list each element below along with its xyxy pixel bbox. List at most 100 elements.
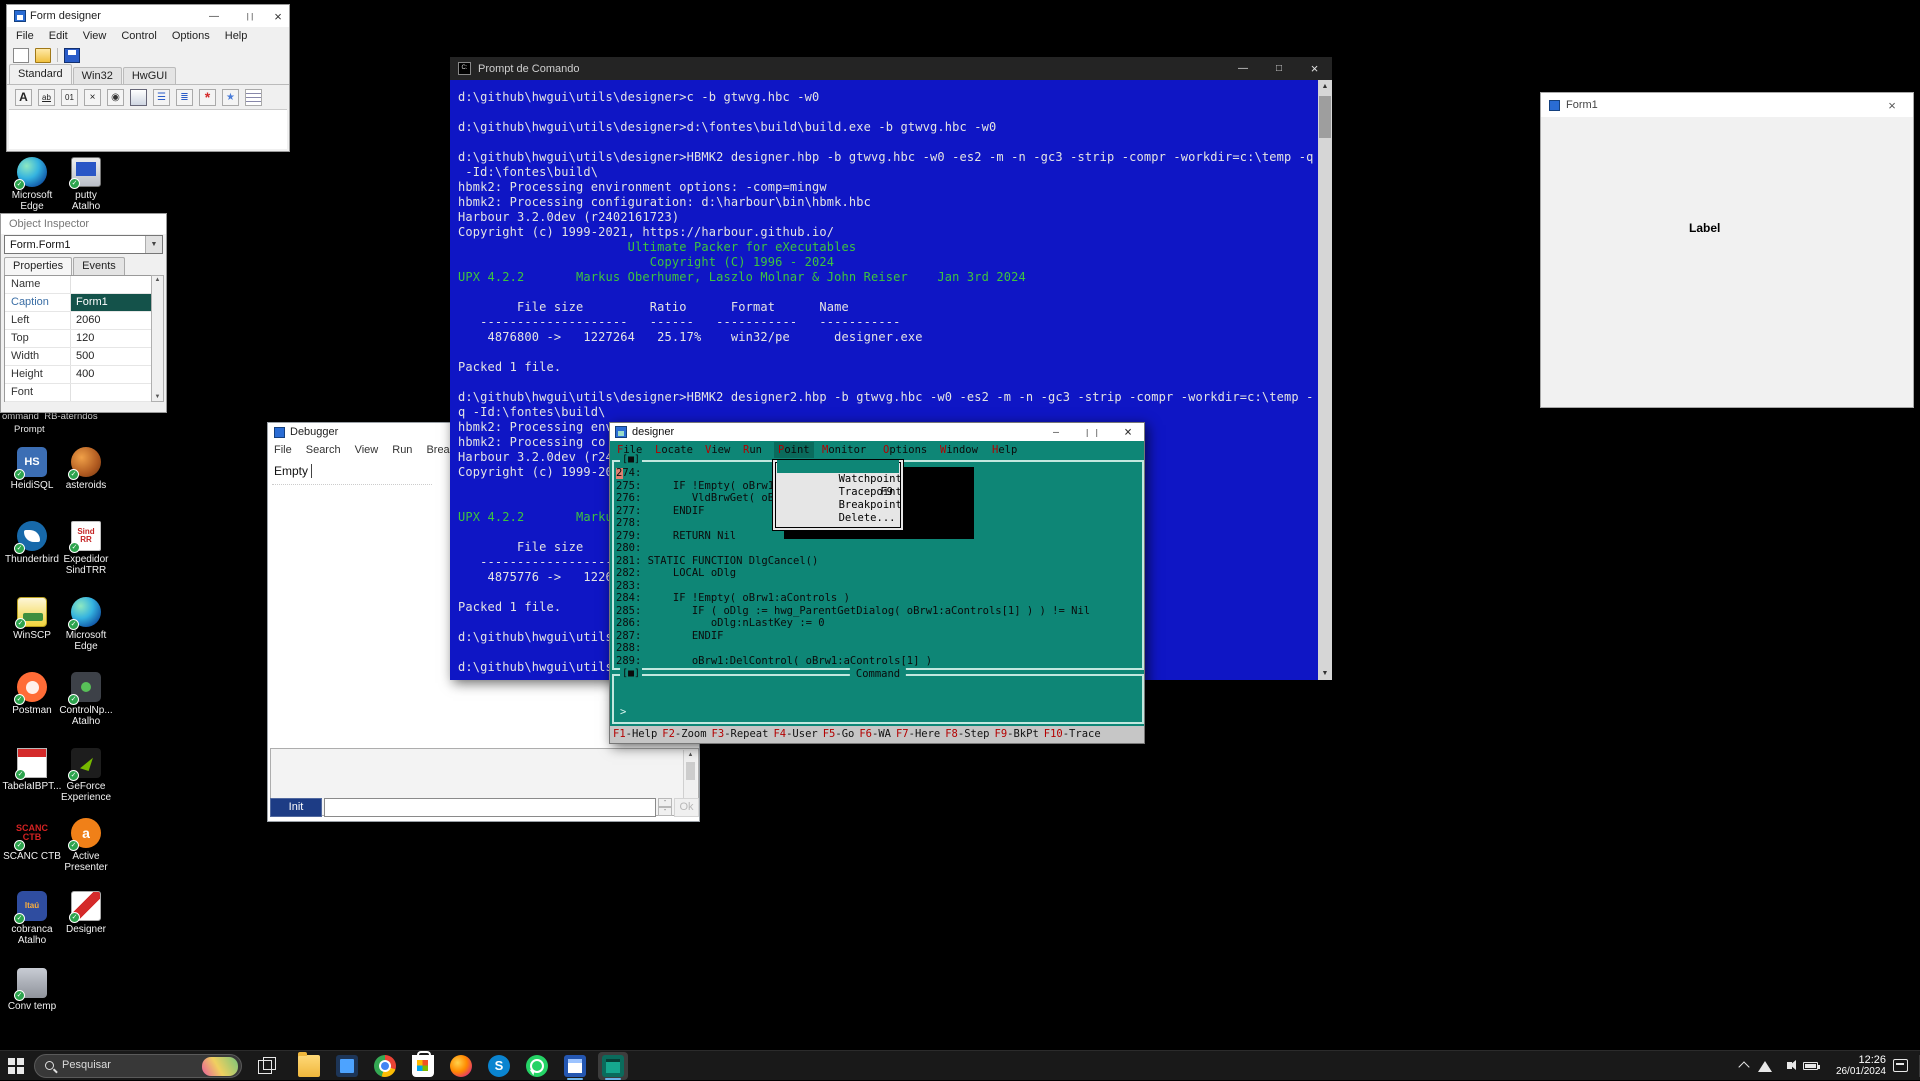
function-key[interactable]: F8-Step: [945, 728, 989, 740]
popup-menu-item[interactable]: BreakpointF9: [777, 486, 899, 499]
function-key[interactable]: F7-Here: [896, 728, 940, 740]
property-row[interactable]: Width 500: [5, 348, 151, 366]
menu-item[interactable]: Search: [306, 444, 341, 456]
skype-icon[interactable]: [484, 1052, 514, 1080]
menu-item[interactable]: File: [16, 30, 34, 42]
scroll-up-icon[interactable]: ▲: [1318, 83, 1332, 90]
function-key[interactable]: F3-Repeat: [712, 728, 769, 740]
function-key[interactable]: F1-Help: [613, 728, 657, 740]
tui-close-box-icon[interactable]: [■]: [620, 454, 642, 465]
function-key[interactable]: F10-Trace: [1044, 728, 1101, 740]
popup-menu-item[interactable]: Delete...: [777, 499, 899, 512]
popup-menu-item[interactable]: Tracepoint...: [777, 473, 899, 486]
minimize-button[interactable]: —: [201, 5, 227, 27]
menu-item[interactable]: Control: [121, 30, 156, 42]
tui-menu-item[interactable]: View: [701, 442, 734, 458]
inspector-tab[interactable]: Properties: [4, 257, 72, 275]
scrollbar-thumb[interactable]: [1319, 96, 1331, 138]
desktop-icon-asteroids[interactable]: asteroids: [53, 447, 119, 491]
tui-menu-item[interactable]: Point: [774, 442, 814, 458]
tui-close-box-icon[interactable]: [■]: [620, 668, 642, 679]
menu-item[interactable]: Edit: [49, 30, 68, 42]
palette-checkbox-icon[interactable]: ×: [84, 89, 101, 106]
palette-ownerbutton-icon[interactable]: ★: [222, 89, 239, 106]
palette-updown-icon[interactable]: 01: [61, 89, 78, 106]
menu-item[interactable]: View: [83, 30, 107, 42]
restore-button[interactable]: | |: [237, 5, 263, 27]
close-button[interactable]: ×: [1115, 423, 1141, 441]
inspector-tab[interactable]: Events: [73, 257, 125, 275]
property-row[interactable]: Left 2060: [5, 312, 151, 330]
tui-command-panel[interactable]: [■] Command >: [612, 674, 1144, 724]
tui-menu-item[interactable]: Locate: [651, 442, 697, 458]
desktop-icon-putty[interactable]: puttyAtalho: [53, 157, 119, 212]
minimize-button[interactable]: —: [1225, 57, 1261, 80]
tui-menu-item[interactable]: Run: [739, 442, 766, 458]
tui-titlebar[interactable]: designer — | | ×: [610, 423, 1144, 441]
property-row[interactable]: Name: [5, 276, 151, 294]
debugger-empty-tab[interactable]: Empty: [274, 464, 312, 478]
chrome-icon[interactable]: [370, 1052, 400, 1080]
tui-menu-item[interactable]: Monitor: [818, 442, 870, 458]
close-button[interactable]: ×: [1297, 57, 1332, 80]
menu-item[interactable]: View: [355, 444, 379, 456]
task-view-icon[interactable]: [258, 1057, 276, 1075]
function-key[interactable]: F5-Go: [823, 728, 855, 740]
property-grid-scrollbar[interactable]: ▲ ▼: [151, 275, 164, 402]
file-explorer-icon[interactable]: [294, 1052, 324, 1080]
monitor-app-icon[interactable]: [332, 1052, 362, 1080]
maximize-button[interactable]: □: [1261, 57, 1297, 80]
palette-listbox-icon[interactable]: ☰: [153, 89, 170, 106]
palette-tab[interactable]: Win32: [73, 67, 122, 84]
network-icon[interactable]: [1758, 1061, 1772, 1072]
whatsapp-icon[interactable]: [522, 1052, 552, 1080]
property-value[interactable]: 500: [71, 348, 151, 365]
palette-image-icon[interactable]: *: [199, 89, 216, 106]
property-row[interactable]: Caption Form1: [5, 294, 151, 312]
firefox-icon[interactable]: [446, 1052, 476, 1080]
stepper-down[interactable]: -: [658, 807, 672, 816]
function-key[interactable]: F4-User: [773, 728, 817, 740]
property-value[interactable]: 120: [71, 330, 151, 347]
search-highlight-image[interactable]: [202, 1057, 238, 1076]
property-value[interactable]: [71, 276, 151, 293]
property-value[interactable]: 2060: [71, 312, 151, 329]
palette-panel-icon[interactable]: [130, 89, 147, 106]
scroll-down-icon[interactable]: ▼: [1318, 670, 1332, 677]
tui-menu-item[interactable]: Window: [936, 442, 982, 458]
scroll-up-icon[interactable]: ▲: [152, 277, 163, 283]
close-button[interactable]: ×: [1879, 93, 1905, 117]
designer-tui-app-icon[interactable]: [598, 1052, 628, 1080]
popup-menu-item[interactable]: Watchpoint...: [777, 460, 899, 473]
console-scrollbar[interactable]: ▲ ▼: [1318, 80, 1332, 680]
property-row[interactable]: Height 400: [5, 366, 151, 384]
menu-item[interactable]: File: [274, 444, 292, 456]
desktop-icon-conv-temp[interactable]: Conv temp: [0, 968, 65, 1012]
form1-titlebar[interactable]: Form1 ×: [1541, 93, 1913, 117]
desktop-icon-expedidor-sindtrr[interactable]: Sind RR ExpedidorSindTRR: [53, 521, 119, 576]
command-prompt-titlebar[interactable]: Prompt de Comando — □ ×: [450, 57, 1332, 80]
tui-menu-item[interactable]: Help: [988, 442, 1021, 458]
desktop-icon-controlnp[interactable]: ControlNp...Atalho: [53, 672, 119, 727]
menu-item[interactable]: Help: [225, 30, 248, 42]
palette-tab[interactable]: Standard: [9, 64, 72, 84]
function-key[interactable]: F9-BkPt: [995, 728, 1039, 740]
scrollbar-thumb[interactable]: [686, 762, 695, 780]
palette-combobox-icon[interactable]: ≣: [176, 89, 193, 106]
save-file-icon[interactable]: [64, 48, 80, 63]
search-box[interactable]: Pesquisar: [34, 1054, 242, 1078]
desktop-icon-geforce-experience[interactable]: GeForceExperience: [53, 748, 119, 803]
palette-label-icon[interactable]: A: [15, 89, 32, 106]
scroll-up-icon[interactable]: ▲: [684, 752, 697, 758]
tray-chevron-up-icon[interactable]: [1738, 1061, 1749, 1072]
battery-icon[interactable]: [1803, 1062, 1818, 1070]
ok-button[interactable]: Ok: [674, 798, 699, 817]
palette-editbox-icon[interactable]: ab: [38, 89, 55, 106]
minimize-button[interactable]: —: [1043, 423, 1069, 441]
stepper-control[interactable]: - -: [658, 798, 672, 817]
clock[interactable]: 12:26 26/01/2024: [1822, 1054, 1886, 1078]
desktop-icon-active-presenter[interactable]: a ActivePresenter: [53, 818, 119, 873]
microsoft-store-icon[interactable]: [408, 1052, 438, 1080]
stepper-up[interactable]: -: [658, 798, 672, 807]
property-row[interactable]: Font: [5, 384, 151, 402]
